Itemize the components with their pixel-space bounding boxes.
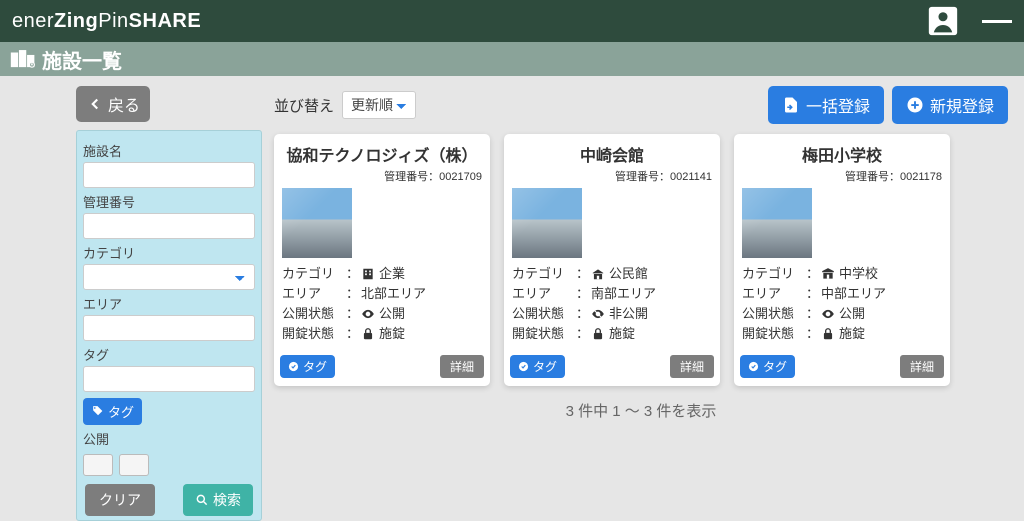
- category-icon: [361, 267, 375, 281]
- facility-card: 中崎会館 管理番号：0021141 カテゴリ：公民館 エリア：南部エリア 公開状…: [504, 134, 720, 386]
- card-lock-value: 施錠: [839, 324, 865, 344]
- filter-panel: 施設名 管理番号 カテゴリ エリア タグ タグ 公開 クリア: [76, 130, 262, 521]
- category-label: カテゴリ: [83, 243, 255, 262]
- lock-icon: [361, 327, 375, 341]
- search-icon: [195, 493, 209, 507]
- facility-card: 協和テクノロジィズ（株） 管理番号：0021709 カテゴリ：企業 エリア：北部…: [274, 134, 490, 386]
- mgmt-number-label: 管理番号: [83, 192, 255, 211]
- card-area-value: 中部エリア: [821, 284, 886, 304]
- card-title: 中崎会館: [510, 142, 714, 166]
- card-thumbnail: [512, 188, 582, 258]
- bulk-register-button[interactable]: 一括登録: [768, 86, 884, 124]
- buildings-icon: [10, 48, 36, 70]
- card-tag-button[interactable]: タグ: [510, 355, 565, 378]
- plus-circle-icon: [906, 96, 924, 114]
- card-lock-value: 施錠: [609, 324, 635, 344]
- facility-name-label: 施設名: [83, 141, 255, 160]
- card-lock-label: 開錠状態: [282, 324, 344, 344]
- card-public-label: 公開状態: [282, 304, 344, 324]
- result-count: 3 件中 1 〜 3 件を表示: [274, 400, 1008, 421]
- card-tag-button[interactable]: タグ: [740, 355, 795, 378]
- card-detail-button[interactable]: 詳細: [900, 355, 944, 378]
- card-category-value: 企業: [379, 264, 405, 284]
- public-option-a[interactable]: [83, 454, 113, 476]
- check-icon: [518, 361, 529, 372]
- card-area-value: 北部エリア: [361, 284, 426, 304]
- brand-logo: enerZingPinSHARE: [12, 10, 201, 33]
- back-button[interactable]: 戻る: [76, 86, 150, 122]
- card-category-value: 公民館: [609, 264, 648, 284]
- mgmt-number-input[interactable]: [83, 213, 255, 239]
- top-bar: enerZingPinSHARE: [0, 0, 1024, 42]
- eye-icon: [361, 307, 375, 321]
- check-icon: [288, 361, 299, 372]
- card-thumbnail: [742, 188, 812, 258]
- category-icon: [821, 267, 835, 281]
- card-area-label: エリア: [512, 284, 574, 304]
- facility-name-input[interactable]: [83, 162, 255, 188]
- card-detail-button[interactable]: 詳細: [440, 355, 484, 378]
- arrow-left-icon: [86, 95, 104, 113]
- tag-input[interactable]: [83, 366, 255, 392]
- card-title: 協和テクノロジィズ（株）: [280, 142, 484, 166]
- card-mgmt-number: 管理番号：0021178: [734, 168, 950, 188]
- lock-icon: [821, 327, 835, 341]
- card-lock-label: 開錠状態: [742, 324, 804, 344]
- file-import-icon: [782, 96, 800, 114]
- card-area-label: エリア: [282, 284, 344, 304]
- tag-picker-button[interactable]: タグ: [83, 398, 142, 425]
- area-label: エリア: [83, 294, 255, 313]
- category-icon: [591, 267, 605, 281]
- card-mgmt-number: 管理番号：0021141: [504, 168, 720, 188]
- card-public-label: 公開状態: [512, 304, 574, 324]
- public-option-b[interactable]: [119, 454, 149, 476]
- card-category-label: カテゴリ: [512, 264, 574, 284]
- eye-icon: [821, 307, 835, 321]
- clear-button[interactable]: クリア: [85, 484, 155, 516]
- category-select[interactable]: [83, 264, 255, 290]
- page-title: 施設一覧: [42, 45, 122, 74]
- card-area-value: 南部エリア: [591, 284, 656, 304]
- sort-select[interactable]: 更新順: [342, 91, 416, 119]
- card-public-value: 非公開: [609, 304, 648, 324]
- user-icon: [926, 0, 960, 96]
- hamburger-menu-button[interactable]: [982, 4, 1012, 38]
- lock-icon: [591, 327, 605, 341]
- card-public-value: 公開: [379, 304, 405, 324]
- tag-icon: [91, 405, 104, 418]
- user-menu-button[interactable]: [926, 4, 960, 38]
- card-area-label: エリア: [742, 284, 804, 304]
- tag-label: タグ: [83, 345, 255, 364]
- card-public-value: 公開: [839, 304, 865, 324]
- public-label: 公開: [83, 429, 255, 448]
- card-category-value: 中学校: [839, 264, 878, 284]
- page-header: 施設一覧: [0, 42, 1024, 76]
- card-category-label: カテゴリ: [282, 264, 344, 284]
- check-icon: [748, 361, 759, 372]
- new-register-button[interactable]: 新規登録: [892, 86, 1008, 124]
- card-lock-label: 開錠状態: [512, 324, 574, 344]
- eye-off-icon: [591, 307, 605, 321]
- card-public-label: 公開状態: [742, 304, 804, 324]
- card-tag-button[interactable]: タグ: [280, 355, 335, 378]
- card-thumbnail: [282, 188, 352, 258]
- card-category-label: カテゴリ: [742, 264, 804, 284]
- sort-label: 並び替え: [274, 95, 334, 116]
- card-title: 梅田小学校: [740, 142, 944, 166]
- card-detail-button[interactable]: 詳細: [670, 355, 714, 378]
- search-button[interactable]: 検索: [183, 484, 253, 516]
- facility-card: 梅田小学校 管理番号：0021178 カテゴリ：中学校 エリア：中部エリア 公開…: [734, 134, 950, 386]
- card-lock-value: 施錠: [379, 324, 405, 344]
- card-mgmt-number: 管理番号：0021709: [274, 168, 490, 188]
- area-input[interactable]: [83, 315, 255, 341]
